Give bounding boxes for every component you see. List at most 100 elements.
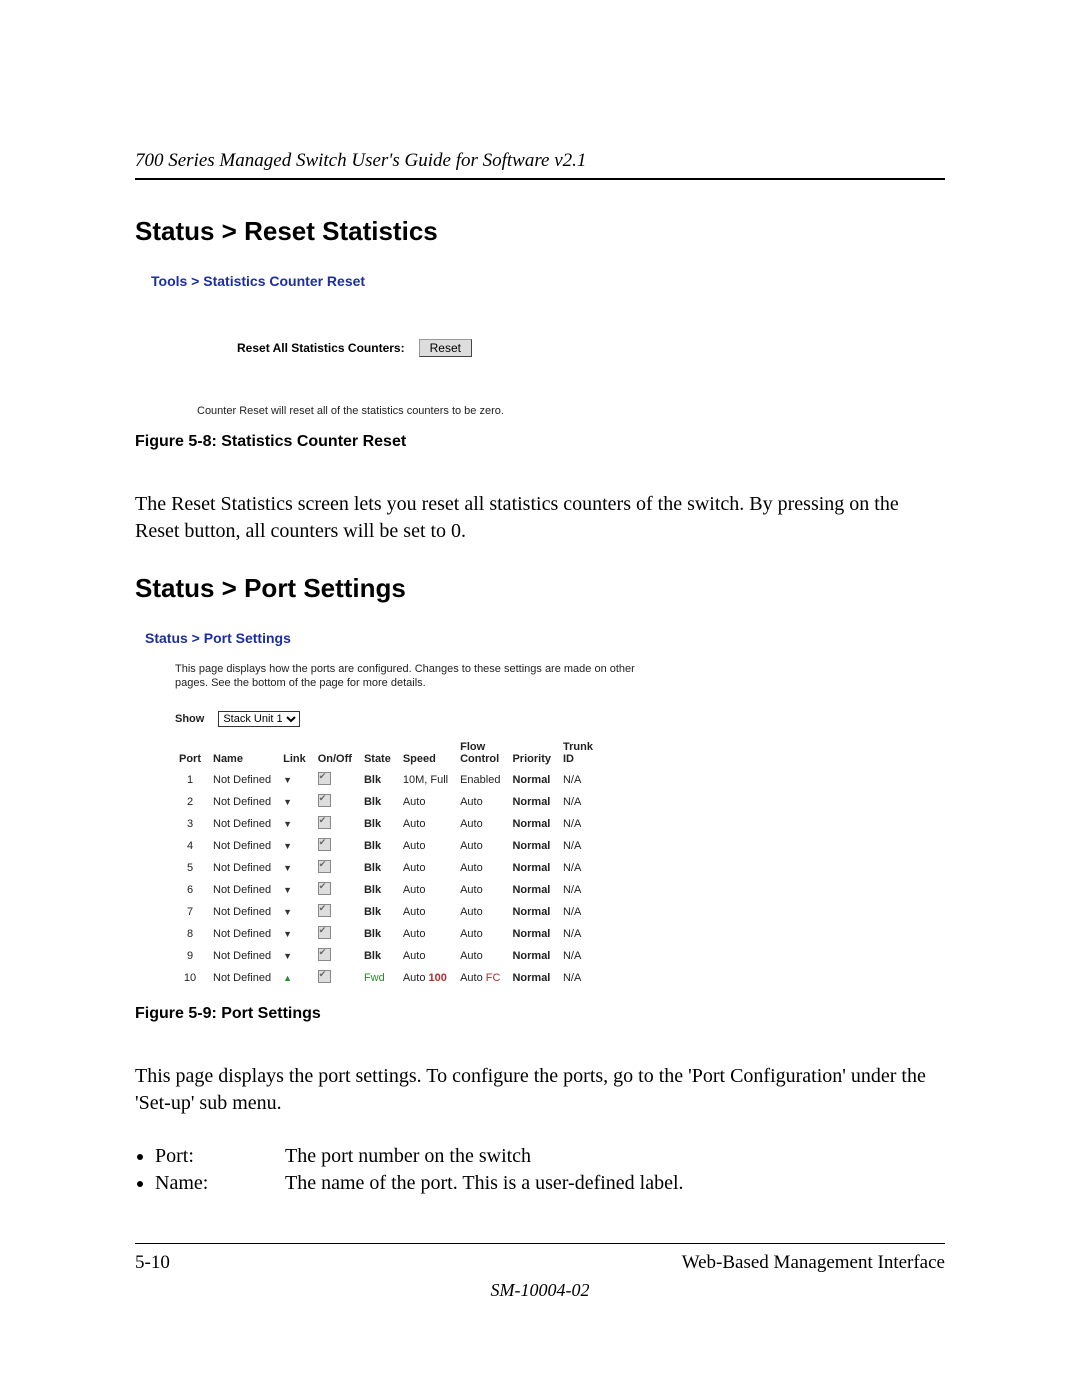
cell-name: Not Defined: [209, 813, 279, 835]
cell-trunk-id: N/A: [559, 967, 601, 989]
show-label: Show: [175, 713, 204, 725]
table-row: 8Not DefinedBlkAutoAutoNormalN/A: [175, 923, 601, 945]
cell-state: Blk: [360, 857, 399, 879]
cell-name: Not Defined: [209, 769, 279, 791]
screenshot-port-settings: Status > Port Settings This page display…: [145, 630, 665, 989]
cell-priority: Normal: [508, 901, 559, 923]
col-trunkid: Trunk ID: [559, 739, 601, 769]
cell-priority: Normal: [508, 791, 559, 813]
col-priority: Priority: [508, 739, 559, 769]
link-down-icon: [279, 923, 314, 945]
cell-port: 5: [175, 857, 209, 879]
cell-port: 9: [175, 945, 209, 967]
checkbox-icon[interactable]: [318, 904, 331, 917]
checkbox-icon[interactable]: [318, 816, 331, 829]
cell-onoff: [314, 967, 360, 989]
figure-caption-5-9: Figure 5-9: Port Settings: [135, 1005, 945, 1023]
table-row: 5Not DefinedBlkAutoAutoNormalN/A: [175, 857, 601, 879]
cell-state: Blk: [360, 835, 399, 857]
cell-trunk-id: N/A: [559, 835, 601, 857]
cell-priority: Normal: [508, 769, 559, 791]
table-row: 4Not DefinedBlkAutoAutoNormalN/A: [175, 835, 601, 857]
cell-flowcontrol: Auto: [456, 901, 508, 923]
cell-speed: Auto: [399, 813, 456, 835]
cell-trunk-id: N/A: [559, 945, 601, 967]
table-row: 2Not DefinedBlkAutoAutoNormalN/A: [175, 791, 601, 813]
list-item: Port:The port number on the switch: [155, 1145, 945, 1168]
cell-state: Blk: [360, 945, 399, 967]
cell-flowcontrol: Auto: [456, 791, 508, 813]
col-onoff: On/Off: [314, 739, 360, 769]
cell-speed: Auto 100: [399, 967, 456, 989]
checkbox-icon[interactable]: [318, 838, 331, 851]
cell-onoff: [314, 835, 360, 857]
link-down-icon: [279, 835, 314, 857]
col-flowcontrol: Flow Control: [456, 739, 508, 769]
cell-onoff: [314, 857, 360, 879]
table-row: 10Not DefinedFwdAuto 100Auto FCNormalN/A: [175, 967, 601, 989]
field-description: The name of the port. This is a user-def…: [285, 1172, 684, 1195]
cell-state: Blk: [360, 901, 399, 923]
link-down-icon: [279, 857, 314, 879]
cell-speed: Auto: [399, 945, 456, 967]
cell-port: 6: [175, 879, 209, 901]
cell-speed: Auto: [399, 835, 456, 857]
col-port: Port: [175, 739, 209, 769]
breadcrumb: Status > Port Settings: [145, 630, 665, 646]
document-page: 700 Series Managed Switch User's Guide f…: [0, 0, 1080, 1397]
cell-trunk-id: N/A: [559, 813, 601, 835]
cell-priority: Normal: [508, 945, 559, 967]
cell-trunk-id: N/A: [559, 857, 601, 879]
col-link: Link: [279, 739, 314, 769]
screenshot-stats-reset: Tools > Statistics Counter Reset Reset A…: [151, 273, 631, 417]
cell-speed: Auto: [399, 901, 456, 923]
checkbox-icon[interactable]: [318, 970, 331, 983]
body-text-2: This page displays the port settings. To…: [135, 1063, 945, 1117]
breadcrumb: Tools > Statistics Counter Reset: [151, 273, 631, 289]
running-header: 700 Series Managed Switch User's Guide f…: [135, 150, 945, 180]
cell-port: 4: [175, 835, 209, 857]
table-row: 1Not DefinedBlk10M, FullEnabledNormalN/A: [175, 769, 601, 791]
cell-port: 1: [175, 769, 209, 791]
link-down-icon: [279, 769, 314, 791]
body-text-1: The Reset Statistics screen lets you res…: [135, 491, 945, 545]
table-row: 6Not DefinedBlkAutoAutoNormalN/A: [175, 879, 601, 901]
cell-flowcontrol: Auto FC: [456, 967, 508, 989]
field-term: Name:: [155, 1172, 285, 1195]
checkbox-icon[interactable]: [318, 882, 331, 895]
cell-state: Blk: [360, 769, 399, 791]
reset-description: Counter Reset will reset all of the stat…: [197, 405, 631, 417]
stack-unit-select[interactable]: Stack Unit 1: [218, 711, 300, 727]
cell-trunk-id: N/A: [559, 923, 601, 945]
col-name: Name: [209, 739, 279, 769]
cell-flowcontrol: Auto: [456, 923, 508, 945]
cell-flowcontrol: Auto: [456, 835, 508, 857]
reset-label: Reset All Statistics Counters:: [237, 341, 405, 355]
field-definitions: Port:The port number on the switch Name:T…: [155, 1145, 945, 1195]
link-down-icon: [279, 813, 314, 835]
table-row: 7Not DefinedBlkAutoAutoNormalN/A: [175, 901, 601, 923]
cell-state: Blk: [360, 923, 399, 945]
reset-button[interactable]: Reset: [419, 339, 472, 357]
checkbox-icon[interactable]: [318, 948, 331, 961]
cell-speed: 10M, Full: [399, 769, 456, 791]
checkbox-icon[interactable]: [318, 772, 331, 785]
cell-state: Fwd: [360, 967, 399, 989]
cell-name: Not Defined: [209, 835, 279, 857]
cell-name: Not Defined: [209, 857, 279, 879]
cell-port: 10: [175, 967, 209, 989]
cell-onoff: [314, 901, 360, 923]
heading-port-settings: Status > Port Settings: [135, 573, 945, 604]
cell-name: Not Defined: [209, 879, 279, 901]
cell-name: Not Defined: [209, 791, 279, 813]
checkbox-icon[interactable]: [318, 926, 331, 939]
cell-onoff: [314, 923, 360, 945]
checkbox-icon[interactable]: [318, 794, 331, 807]
cell-flowcontrol: Auto: [456, 879, 508, 901]
cell-priority: Normal: [508, 835, 559, 857]
cell-trunk-id: N/A: [559, 791, 601, 813]
list-item: Name:The name of the port. This is a use…: [155, 1172, 945, 1195]
cell-priority: Normal: [508, 967, 559, 989]
cell-trunk-id: N/A: [559, 901, 601, 923]
checkbox-icon[interactable]: [318, 860, 331, 873]
